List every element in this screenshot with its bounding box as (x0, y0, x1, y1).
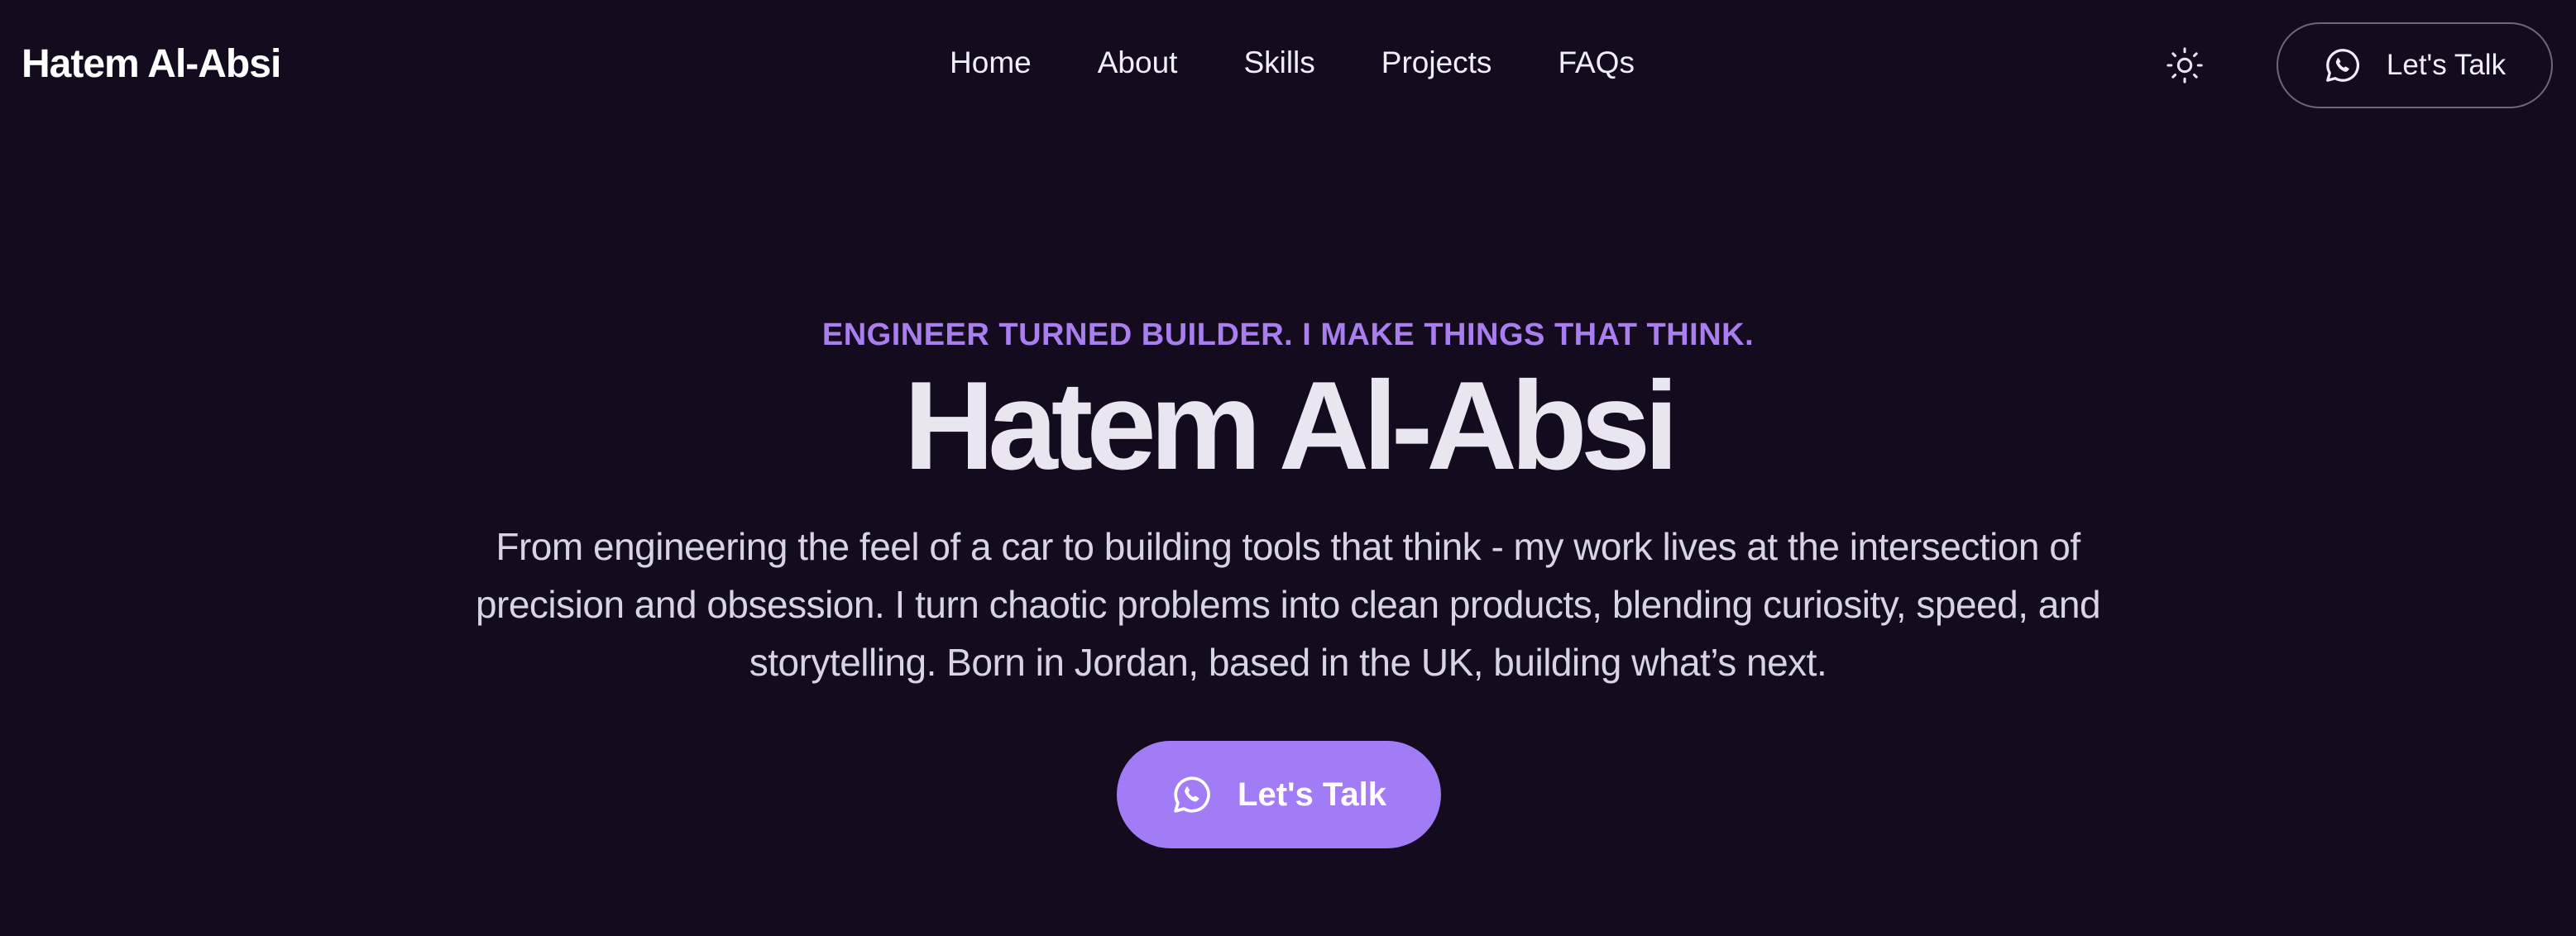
whatsapp-icon (1174, 776, 1210, 813)
nav-link-about[interactable]: About (1098, 45, 1178, 80)
whatsapp-icon (2326, 49, 2359, 82)
hero-title: Hatem Al-Absi (903, 356, 1678, 496)
header-lets-talk-label: Let's Talk (2386, 49, 2507, 81)
nav-link-skills[interactable]: Skills (1243, 45, 1314, 80)
theme-toggle-button[interactable] (2166, 46, 2204, 84)
nav-link-faqs[interactable]: FAQs (1558, 45, 1635, 80)
hero-tagline: ENGINEER TURNED BUILDER. I MAKE THINGS T… (821, 318, 1755, 352)
hero-description: From engineering the feel of a car to bu… (475, 525, 2101, 684)
nav-link-home[interactable]: Home (950, 45, 1032, 80)
hero-lets-talk-label: Let's Talk (1238, 776, 1386, 813)
hero-lets-talk-button[interactable]: Let's Talk (1117, 741, 1441, 848)
nav-link-projects[interactable]: Projects (1381, 45, 1492, 80)
sun-icon (2167, 47, 2203, 84)
header-lets-talk-button[interactable]: Let's Talk (2277, 22, 2553, 108)
